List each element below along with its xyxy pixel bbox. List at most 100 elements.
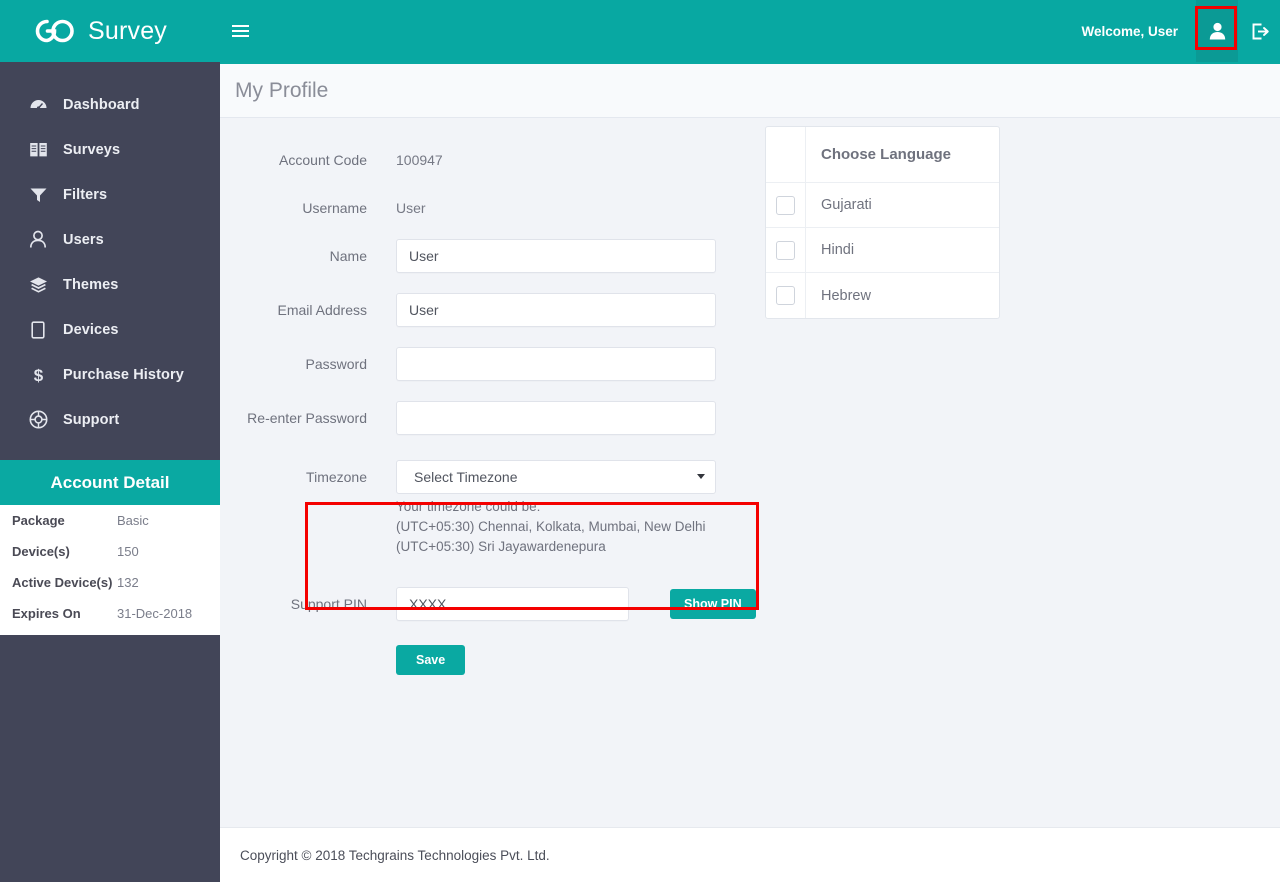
profile-form: Account Code 100947 Username User Name E… [220,118,780,675]
reenter-password-field[interactable] [396,401,716,435]
timezone-select[interactable]: Select Timezone [396,460,716,494]
sidebar-item-users[interactable]: Users [0,217,220,262]
language-checkbox-cell [766,228,806,272]
language-checkbox-cell [766,273,806,318]
sidebar-item-label: Themes [63,276,119,293]
language-label: Gujarati [821,197,872,213]
language-row[interactable]: Hebrew [766,273,999,318]
form-row-password: Password [220,347,780,381]
go-infinity-logo-icon [32,16,78,46]
show-pin-button[interactable]: Show PIN [670,589,756,619]
page-header: My Profile [220,62,1280,118]
sidebar-item-label: Users [63,231,104,248]
password-field[interactable] [396,347,716,381]
tablet-icon [28,320,48,340]
language-checkbox-cell [766,183,806,227]
language-checkbox[interactable] [776,195,795,215]
name-label: Name [329,248,367,264]
account-detail-key: Expires On [12,606,81,621]
sidebar-item-filters[interactable]: Filters [0,172,220,217]
content-area: My Profile Account Code 100947 Username … [220,62,1280,882]
sidebar: Dashboard Surveys Filters Users Themes D… [0,62,220,882]
language-label: Hindi [821,242,855,258]
account-detail-row: Package Basic [0,505,220,536]
account-detail-row: Active Device(s) 132 [0,567,220,598]
username-label: Username [302,200,367,216]
name-field[interactable] [396,239,716,273]
sidebar-item-devices[interactable]: Devices [0,307,220,352]
email-field[interactable] [396,293,716,327]
form-row-reenter-password: Re-enter Password [220,401,780,435]
form-row-support-pin: Support PIN Show PIN [220,587,780,621]
sidebar-item-purchase-history[interactable]: $ Purchase History [0,352,220,397]
sidebar-item-surveys[interactable]: Surveys [0,127,220,172]
sidebar-item-dashboard[interactable]: Dashboard [0,82,220,127]
logout-button[interactable] [1238,0,1280,62]
sidebar-nav: Dashboard Surveys Filters Users Themes D… [0,62,220,442]
account-detail-value: Basic [117,513,149,528]
account-detail-value: 31-Dec-2018 [117,606,193,621]
language-checkbox[interactable] [776,240,795,260]
page-title: My Profile [235,78,329,102]
sidebar-item-label: Support [63,411,120,428]
life-ring-icon [28,410,48,430]
language-row[interactable]: Gujarati [766,183,999,228]
hamburger-icon[interactable] [220,0,260,62]
timezone-selected-value: Select Timezone [414,469,518,485]
language-table-header: Choose Language [766,127,999,183]
save-button[interactable]: Save [396,645,466,675]
account-code-value: 100947 [396,152,443,168]
app-root: Survey Welcome, User Dashboard Surveys F… [0,0,1280,882]
language-header-checkbox-cell [766,127,806,182]
account-detail-key: Package [12,513,65,528]
book-icon [28,140,48,160]
account-detail-card: Account Detail Package Basic Device(s) 1… [0,460,220,635]
timezone-label: Timezone [306,469,367,485]
choose-language-panel: Choose Language Gujarati Hindi Hebrew [765,126,1000,319]
timezone-hint-line: (UTC+05:30) Chennai, Kolkata, Mumbai, Ne… [396,519,706,534]
account-detail-title: Account Detail [0,460,220,505]
dashboard-gauge-icon [28,95,48,115]
form-row-email: Email Address [220,293,780,327]
user-icon [1209,22,1226,40]
account-detail-key: Active Device(s) [12,575,113,590]
account-detail-value: 132 [117,575,139,590]
layers-icon [28,275,48,295]
sidebar-item-label: Filters [63,186,108,203]
account-detail-key: Device(s) [12,544,70,559]
topbar-right-actions: Welcome, User [1081,0,1280,62]
brand-logo-area[interactable]: Survey [0,0,220,62]
copyright-text: Copyright © 2018 Techgrains Technologies… [240,847,550,863]
language-checkbox[interactable] [776,286,795,305]
top-navbar: Survey Welcome, User [0,0,1280,62]
sidebar-item-themes[interactable]: Themes [0,262,220,307]
timezone-hint-title: Your timezone could be: [396,499,541,514]
account-detail-row: Device(s) 150 [0,536,220,567]
user-icon [28,230,48,250]
support-pin-field[interactable] [396,587,629,621]
email-label: Email Address [277,302,367,318]
reenter-password-label: Re-enter Password [247,410,367,426]
account-detail-value: 150 [117,544,139,559]
support-pin-label: Support PIN [290,596,367,612]
form-row-save: Save [220,645,780,675]
language-label: Hebrew [821,287,871,304]
sidebar-item-label: Purchase History [63,366,184,383]
username-value: User [396,200,426,216]
form-row-username: Username User [220,191,780,225]
account-detail-row: Expires On 31-Dec-2018 [0,598,220,629]
language-row[interactable]: Hindi [766,228,999,273]
timezone-hint: Your timezone could be: (UTC+05:30) Chen… [396,494,716,557]
svg-text:$: $ [33,366,43,385]
form-row-timezone: Timezone Select Timezone Your timezone c… [220,460,780,557]
form-row-name: Name [220,239,780,273]
timezone-hint-line: (UTC+05:30) Sri Jayawardenepura [396,539,606,554]
account-code-label: Account Code [279,152,367,168]
user-profile-button[interactable] [1196,0,1238,62]
dollar-icon: $ [28,365,48,385]
funnel-icon [28,185,48,205]
sidebar-item-support[interactable]: Support [0,397,220,442]
footer: Copyright © 2018 Techgrains Technologies… [220,827,1280,882]
sidebar-item-label: Dashboard [63,96,140,113]
brand-name: Survey [88,16,168,45]
